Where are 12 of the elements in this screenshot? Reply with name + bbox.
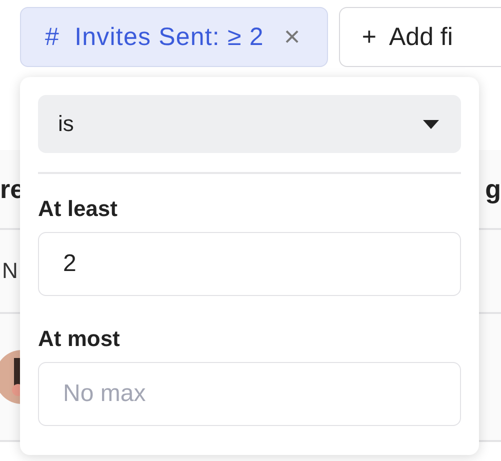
column-header: g xyxy=(485,174,501,204)
caret-icon xyxy=(423,120,439,128)
add-filter-button[interactable]: + Add fi xyxy=(338,7,501,67)
operator-dropdown[interactable]: is xyxy=(38,95,461,153)
field-label: At least xyxy=(38,196,118,222)
filter-label: # Invites Sent: ≥ 2 xyxy=(45,22,264,52)
table-cell: N xyxy=(2,258,18,284)
field-label: At most xyxy=(38,326,121,352)
input-field[interactable]: No max xyxy=(38,362,461,426)
remove-filter-button[interactable]: × xyxy=(284,21,301,53)
input-field[interactable]: 2 xyxy=(38,232,461,296)
filter-chip[interactable]: # Invites Sent: ≥ 2 × xyxy=(20,7,328,67)
